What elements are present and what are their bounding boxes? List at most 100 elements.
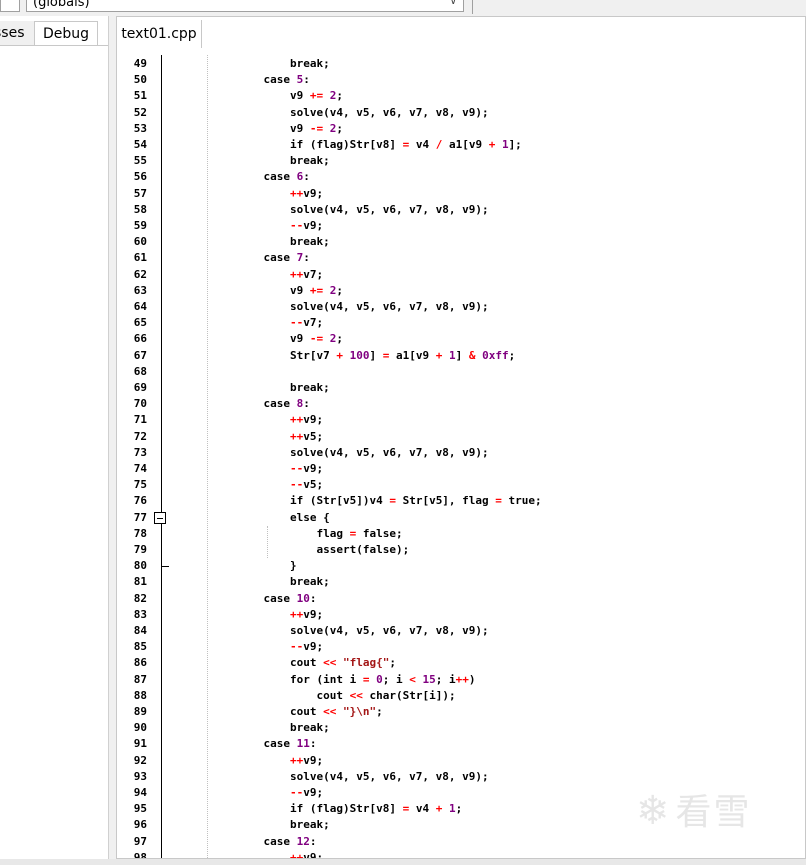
code-line[interactable]: 55 break;	[117, 153, 805, 169]
code-line[interactable]: 73 solve(v4, v5, v6, v7, v8, v9);	[117, 445, 805, 461]
code-line[interactable]: 69 break;	[117, 380, 805, 396]
code-text: --v9;	[289, 786, 324, 799]
code-line[interactable]: 63 v9 += 2;	[117, 283, 805, 299]
code-text: else {	[289, 510, 330, 524]
code-text: break;	[289, 575, 330, 589]
line-number: 71	[133, 413, 147, 427]
indent-guide	[207, 55, 208, 858]
code-text: case 11:	[263, 737, 317, 751]
code-line[interactable]: 97 case 12:	[117, 834, 805, 850]
code-line[interactable]: 65 --v7;	[117, 315, 805, 331]
code-line[interactable]: 77 else {	[117, 510, 805, 526]
code-text: cout << "}\n";	[237, 705, 383, 718]
code-text: }	[237, 559, 297, 573]
code-text: if (flag)Str[v8] = v4 / a1[v9 + 1];	[289, 138, 522, 151]
code-text: case 12:	[263, 834, 317, 848]
line-number: 78	[133, 526, 147, 540]
code-line[interactable]: 56 case 6:	[117, 169, 805, 185]
code-line[interactable]: 50 case 5:	[117, 72, 805, 88]
line-number: 62	[133, 267, 147, 281]
code-line[interactable]: 68	[117, 364, 805, 380]
code-line[interactable]: 86 cout << "flag{";	[117, 655, 805, 671]
line-number: 88	[133, 688, 147, 702]
code-line[interactable]: 51 v9 += 2;	[117, 88, 805, 104]
line-number: 63	[133, 283, 147, 297]
line-number: 80	[133, 559, 147, 573]
code-text: case 5:	[263, 73, 310, 87]
code-line[interactable]: 52 solve(v4, v5, v6, v7, v8, v9);	[117, 105, 805, 121]
fold-collapse-icon[interactable]	[154, 511, 166, 524]
code-line[interactable]: 75 --v5;	[117, 477, 805, 493]
project-combo[interactable]	[0, 0, 20, 12]
code-editor[interactable]: text01.cpp 49 break; 50 case 5: 51 v9 += 2…	[116, 16, 806, 859]
code-line[interactable]: 92 ++v9;	[117, 753, 805, 769]
code-line[interactable]: 62 ++v7;	[117, 267, 805, 283]
top-toolbar: (globals) ∨	[0, 0, 806, 16]
tab-text01-cpp[interactable]: text01.cpp	[117, 20, 202, 48]
line-number: 94	[133, 786, 147, 799]
code-line[interactable]: 82 case 10:	[117, 591, 805, 607]
code-line[interactable]: 85 --v9;	[117, 639, 805, 655]
code-text: for (int i = 0; i < 15; i++)	[289, 672, 476, 686]
code-line[interactable]: 70 case 8:	[117, 396, 805, 412]
code-line[interactable]: 64 solve(v4, v5, v6, v7, v8, v9);	[117, 299, 805, 315]
line-number: 82	[133, 591, 147, 605]
line-number: 84	[133, 624, 147, 637]
code-line[interactable]: 83 ++v9;	[117, 607, 805, 623]
code-text: ++v9;	[289, 413, 324, 427]
code-text: case 10:	[263, 591, 317, 605]
code-line[interactable]: 59 --v9;	[117, 218, 805, 234]
code-line[interactable]: 54 if (flag)Str[v8] = v4 / a1[v9 + 1];	[117, 137, 805, 153]
code-line[interactable]: 72 ++v5;	[117, 429, 805, 445]
code-line[interactable]: 71 ++v9;	[117, 412, 805, 428]
line-number: 65	[133, 316, 147, 330]
code-text: --v5;	[289, 478, 324, 492]
line-number: 61	[133, 251, 147, 265]
code-line[interactable]: 80 }	[117, 558, 805, 574]
code-line[interactable]: 53 v9 -= 2;	[117, 121, 805, 137]
code-text: cout << "flag{";	[237, 656, 396, 670]
line-number: 50	[133, 73, 147, 87]
line-number: 69	[133, 381, 147, 394]
code-line[interactable]: 61 case 7:	[117, 250, 805, 266]
code-line[interactable]: 60 break;	[117, 234, 805, 250]
line-number: 93	[133, 769, 147, 783]
code-line[interactable]: 79 assert(false);	[117, 542, 805, 558]
line-number: 59	[133, 219, 147, 232]
code-line[interactable]: 58 solve(v4, v5, v6, v7, v8, v9);	[117, 202, 805, 218]
code-line[interactable]: 90 break;	[117, 720, 805, 736]
scope-combo-value: (globals)	[33, 0, 90, 10]
code-area[interactable]: 49 break; 50 case 5: 51 v9 += 2; 52 solve(v…	[117, 55, 805, 858]
line-number: 56	[133, 170, 147, 184]
line-number: 51	[133, 89, 147, 103]
code-line[interactable]: 67 Str[v7 + 100] = a1[v9 + 1] & 0xff;	[117, 348, 805, 364]
code-line[interactable]: 84 solve(v4, v5, v6, v7, v8, v9);	[117, 623, 805, 639]
tab-classes[interactable]: sses	[0, 21, 34, 45]
code-line[interactable]: 88 cout << char(Str[i]);	[117, 688, 805, 704]
indent-guide	[267, 525, 268, 559]
code-line[interactable]: 49 break;	[117, 56, 805, 72]
toolbar-separator	[472, 0, 473, 14]
code-line[interactable]: 89 cout << "}\n";	[117, 704, 805, 720]
horizontal-scrollbar[interactable]	[0, 859, 806, 865]
code-line[interactable]: 78 flag = false;	[117, 526, 805, 542]
line-number: 95	[133, 802, 147, 816]
code-text: ++v9;	[289, 753, 324, 767]
code-line[interactable]: 91 case 11:	[117, 736, 805, 752]
code-line[interactable]: 57 ++v9;	[117, 186, 805, 202]
tab-divider	[0, 45, 108, 46]
scope-combo[interactable]: (globals) ∨	[26, 0, 464, 12]
tab-debug[interactable]: Debug	[34, 21, 98, 45]
code-line[interactable]: 76 if (Str[v5])v4 = Str[v5], flag = true…	[117, 493, 805, 509]
code-line[interactable]: 87 for (int i = 0; i < 15; i++)	[117, 672, 805, 688]
code-line[interactable]: 98 ++v9;	[117, 850, 805, 858]
code-text: break;	[289, 57, 330, 70]
line-number: 97	[133, 834, 147, 848]
code-line[interactable]: 74 --v9;	[117, 461, 805, 477]
code-line[interactable]: 66 v9 -= 2;	[117, 331, 805, 347]
code-line[interactable]: 81 break;	[117, 574, 805, 590]
code-text: --v9;	[289, 219, 324, 232]
code-text: break;	[289, 818, 330, 832]
code-text: solve(v4, v5, v6, v7, v8, v9);	[237, 624, 489, 637]
line-number: 57	[133, 186, 147, 200]
